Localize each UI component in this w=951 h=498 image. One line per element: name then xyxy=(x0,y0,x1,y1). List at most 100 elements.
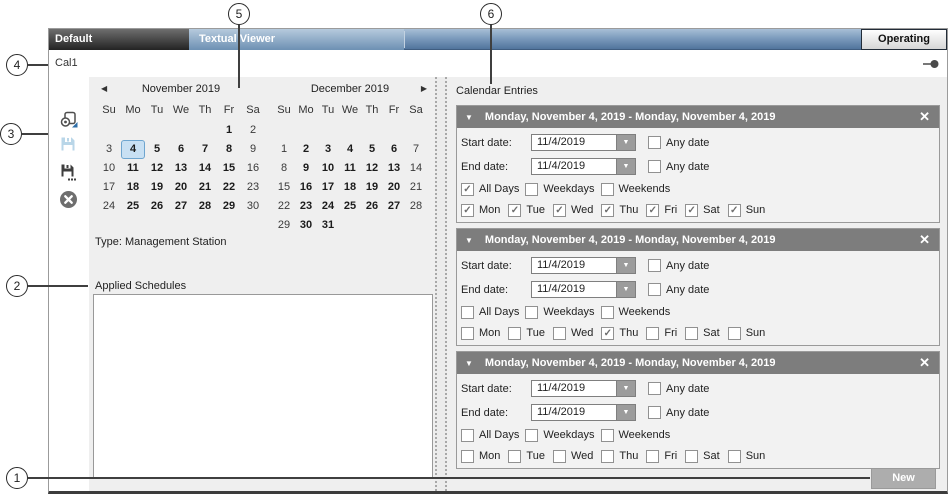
group-checkbox-weekends[interactable] xyxy=(601,183,614,196)
discard-icon[interactable] xyxy=(59,190,79,210)
calendar-day-21[interactable]: 21 xyxy=(405,178,427,197)
calendar-day-11[interactable]: 11 xyxy=(339,159,361,178)
any-date-checkbox[interactable] xyxy=(648,160,661,173)
date-dropdown-button[interactable]: ▼ xyxy=(617,281,636,298)
date-input[interactable]: 11/4/2019 xyxy=(531,158,617,175)
date-dropdown-button[interactable]: ▼ xyxy=(617,380,636,397)
date-dropdown-button[interactable]: ▼ xyxy=(617,158,636,175)
group-checkbox-weekends[interactable] xyxy=(601,429,614,442)
day-checkbox-thu[interactable]: ✓ xyxy=(601,327,614,340)
calendar-day-24[interactable]: 24 xyxy=(317,197,339,216)
calendar-day-28[interactable]: 28 xyxy=(405,197,427,216)
calendar-day-29[interactable]: 29 xyxy=(273,216,295,235)
calendar-day-19[interactable]: 19 xyxy=(361,178,383,197)
day-checkbox-tue[interactable] xyxy=(508,327,521,340)
calendar-day-9[interactable]: 9 xyxy=(295,159,317,178)
any-date-checkbox[interactable] xyxy=(648,259,661,272)
calendar-day-8[interactable]: 8 xyxy=(217,140,241,159)
group-checkbox-all-days[interactable] xyxy=(461,306,474,319)
calendar-day-23[interactable]: 23 xyxy=(295,197,317,216)
calendar-day-29[interactable]: 29 xyxy=(217,197,241,216)
panel-splitter[interactable] xyxy=(435,77,447,491)
calendar-day-18[interactable]: 18 xyxy=(121,178,145,197)
group-checkbox-all-days[interactable] xyxy=(461,429,474,442)
collapse-icon[interactable]: ▼ xyxy=(465,359,473,368)
entry-header[interactable]: ▼Monday, November 4, 2019 - Monday, Nove… xyxy=(457,352,939,374)
calendar-day-21[interactable]: 21 xyxy=(193,178,217,197)
calendar-day-9[interactable]: 9 xyxy=(241,140,265,159)
day-checkbox-mon[interactable] xyxy=(461,327,474,340)
date-input[interactable]: 11/4/2019 xyxy=(531,281,617,298)
calendar-day-25[interactable]: 25 xyxy=(121,197,145,216)
calendar-day-25[interactable]: 25 xyxy=(339,197,361,216)
calendar-day-27[interactable]: 27 xyxy=(383,197,405,216)
calendar-day-4[interactable]: 4 xyxy=(121,140,145,159)
day-checkbox-tue[interactable]: ✓ xyxy=(508,204,521,217)
calendar-day-18[interactable]: 18 xyxy=(339,178,361,197)
any-date-checkbox[interactable] xyxy=(648,283,661,296)
next-month-icon[interactable]: ▶ xyxy=(421,84,427,93)
day-checkbox-sun[interactable]: ✓ xyxy=(728,204,741,217)
calendar-day-15[interactable]: 15 xyxy=(273,178,295,197)
calendar-day-6[interactable]: 6 xyxy=(383,140,405,159)
date-dropdown-button[interactable]: ▼ xyxy=(617,134,636,151)
calendar-day-12[interactable]: 12 xyxy=(361,159,383,178)
group-checkbox-weekends[interactable] xyxy=(601,306,614,319)
date-input[interactable]: 11/4/2019 xyxy=(531,134,617,151)
calendar-day-19[interactable]: 19 xyxy=(145,178,169,197)
entry-header[interactable]: ▼Monday, November 4, 2019 - Monday, Nove… xyxy=(457,106,939,128)
entry-header[interactable]: ▼Monday, November 4, 2019 - Monday, Nove… xyxy=(457,229,939,251)
calendar-day-10[interactable]: 10 xyxy=(97,159,121,178)
calendar-day-17[interactable]: 17 xyxy=(97,178,121,197)
calendar-day-16[interactable]: 16 xyxy=(295,178,317,197)
day-checkbox-wed[interactable]: ✓ xyxy=(553,204,566,217)
calendar-day-22[interactable]: 22 xyxy=(273,197,295,216)
calendar-day-2[interactable]: 2 xyxy=(295,140,317,159)
pin-icon[interactable] xyxy=(923,59,939,72)
day-checkbox-thu[interactable] xyxy=(601,450,614,463)
calendar-day-8[interactable]: 8 xyxy=(273,159,295,178)
calendar-day-17[interactable]: 17 xyxy=(317,178,339,197)
save-as-icon[interactable] xyxy=(59,162,79,182)
calendar-day-12[interactable]: 12 xyxy=(145,159,169,178)
close-entry-icon[interactable]: ✕ xyxy=(919,355,930,371)
calendar-day-7[interactable]: 7 xyxy=(405,140,427,159)
any-date-checkbox[interactable] xyxy=(648,406,661,419)
calendar-day-6[interactable]: 6 xyxy=(169,140,193,159)
close-entry-icon[interactable]: ✕ xyxy=(919,232,930,248)
calendar-day-2[interactable]: 2 xyxy=(241,121,265,140)
calendar-day-28[interactable]: 28 xyxy=(193,197,217,216)
calendar-day-24[interactable]: 24 xyxy=(97,197,121,216)
calendar-day-7[interactable]: 7 xyxy=(193,140,217,159)
calendar-day-3[interactable]: 3 xyxy=(97,140,121,159)
calendar-day-15[interactable]: 15 xyxy=(217,159,241,178)
date-dropdown-button[interactable]: ▼ xyxy=(617,404,636,421)
day-checkbox-sat[interactable] xyxy=(685,327,698,340)
calendar-day-20[interactable]: 20 xyxy=(383,178,405,197)
calendar-day-22[interactable]: 22 xyxy=(217,178,241,197)
calendar-day-16[interactable]: 16 xyxy=(241,159,265,178)
calendar-day-26[interactable]: 26 xyxy=(361,197,383,216)
calendar-day-20[interactable]: 20 xyxy=(169,178,193,197)
group-checkbox-weekdays[interactable] xyxy=(525,429,538,442)
calendar-day-31[interactable]: 31 xyxy=(317,216,339,235)
date-input[interactable]: 11/4/2019 xyxy=(531,257,617,274)
day-checkbox-mon[interactable] xyxy=(461,450,474,463)
related-items-icon[interactable] xyxy=(59,110,79,130)
calendar-day-14[interactable]: 14 xyxy=(405,159,427,178)
day-checkbox-sun[interactable] xyxy=(728,327,741,340)
new-entry-button[interactable]: New xyxy=(871,468,936,489)
tab-operating[interactable]: Operating xyxy=(861,29,947,50)
calendar-day-10[interactable]: 10 xyxy=(317,159,339,178)
day-checkbox-wed[interactable] xyxy=(553,327,566,340)
collapse-icon[interactable]: ▼ xyxy=(465,236,473,245)
calendar-day-1[interactable]: 1 xyxy=(217,121,241,140)
calendar-day-4[interactable]: 4 xyxy=(339,140,361,159)
calendar-day-30[interactable]: 30 xyxy=(241,197,265,216)
calendar-day-14[interactable]: 14 xyxy=(193,159,217,178)
day-checkbox-wed[interactable] xyxy=(553,450,566,463)
calendar-day-27[interactable]: 27 xyxy=(169,197,193,216)
any-date-checkbox[interactable] xyxy=(648,136,661,149)
tab-default[interactable]: Default xyxy=(49,29,189,50)
calendar-day-5[interactable]: 5 xyxy=(145,140,169,159)
